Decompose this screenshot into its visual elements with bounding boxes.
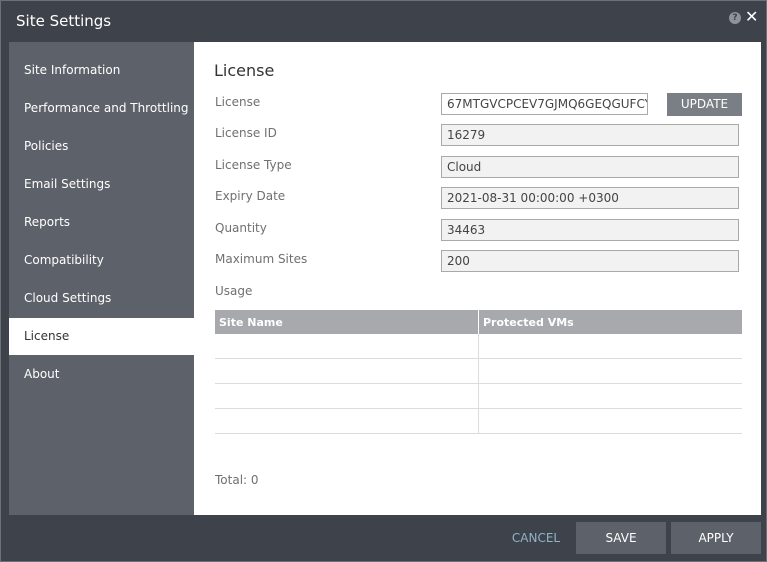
- license-label: License: [215, 95, 261, 109]
- expiry-date-label: Expiry Date: [215, 189, 286, 203]
- table-row: [215, 359, 742, 384]
- column-header-protected-vms[interactable]: Protected VMs: [483, 316, 574, 329]
- sidebar-item-about[interactable]: About: [9, 356, 194, 393]
- license-id-label: License ID: [215, 126, 277, 140]
- sidebar-item-compatibility[interactable]: Compatibility: [9, 242, 194, 279]
- cancel-button[interactable]: CANCEL: [506, 522, 566, 554]
- sidebar-item-label: About: [24, 367, 60, 381]
- site-settings-dialog: Site Settings ? ✕ Site Information Perfo…: [0, 0, 767, 562]
- sidebar-item-email-settings[interactable]: Email Settings: [9, 166, 194, 203]
- usage-label: Usage: [215, 284, 253, 298]
- license-id-field: 16279: [441, 124, 739, 146]
- maximum-sites-field: 200: [441, 250, 739, 272]
- table-header: Site Name Protected VMs: [215, 310, 742, 334]
- column-divider: [478, 334, 479, 359]
- sidebar: Site Information Performance and Throttl…: [9, 42, 194, 515]
- table-row: [215, 334, 742, 359]
- apply-button[interactable]: APPLY: [671, 522, 761, 554]
- license-key-input[interactable]: 67MTGVCPCEV7GJMQ6GEQGUFCYQ: [441, 93, 648, 115]
- sidebar-item-label: Policies: [24, 139, 69, 153]
- table-row: [215, 384, 742, 409]
- sidebar-item-label: License: [24, 329, 70, 343]
- sidebar-item-label: Compatibility: [24, 253, 104, 267]
- dialog-title: Site Settings: [16, 12, 112, 30]
- help-icon[interactable]: ?: [729, 12, 741, 24]
- sidebar-item-label: Performance and Throttling: [24, 101, 189, 115]
- sidebar-item-cloud-settings[interactable]: Cloud Settings: [9, 280, 194, 317]
- column-divider: [478, 384, 479, 409]
- license-type-label: License Type: [215, 158, 292, 172]
- quantity-field: 34463: [441, 219, 739, 241]
- sidebar-item-label: Reports: [24, 215, 71, 229]
- close-icon[interactable]: ✕: [745, 7, 758, 27]
- license-type-field: Cloud: [441, 156, 739, 178]
- sidebar-item-label: Email Settings: [24, 177, 111, 191]
- usage-table: Site Name Protected VMs: [215, 310, 742, 434]
- update-button[interactable]: UPDATE: [667, 93, 742, 116]
- sidebar-item-license[interactable]: License: [9, 318, 194, 355]
- section-title: License: [214, 61, 275, 80]
- sidebar-item-site-information[interactable]: Site Information: [9, 52, 194, 89]
- sidebar-item-label: Cloud Settings: [24, 291, 112, 305]
- column-divider: [478, 409, 479, 434]
- column-divider: [478, 359, 479, 384]
- sidebar-item-policies[interactable]: Policies: [9, 128, 194, 165]
- sidebar-item-label: Site Information: [24, 63, 121, 77]
- total-count: Total: 0: [215, 473, 259, 487]
- sidebar-item-reports[interactable]: Reports: [9, 204, 194, 241]
- column-divider: [478, 310, 479, 334]
- license-panel: License License 67MTGVCPCEV7GJMQ6GEQGUFC…: [194, 42, 761, 515]
- maximum-sites-label: Maximum Sites: [215, 252, 308, 266]
- quantity-label: Quantity: [215, 221, 267, 235]
- save-button[interactable]: SAVE: [576, 522, 666, 554]
- title-bar: Site Settings ? ✕: [1, 1, 766, 41]
- expiry-date-field: 2021-08-31 00:00:00 +0300: [441, 187, 739, 209]
- table-row: [215, 409, 742, 434]
- sidebar-item-performance-and-throttling[interactable]: Performance and Throttling: [9, 90, 194, 127]
- column-header-site-name[interactable]: Site Name: [219, 316, 283, 329]
